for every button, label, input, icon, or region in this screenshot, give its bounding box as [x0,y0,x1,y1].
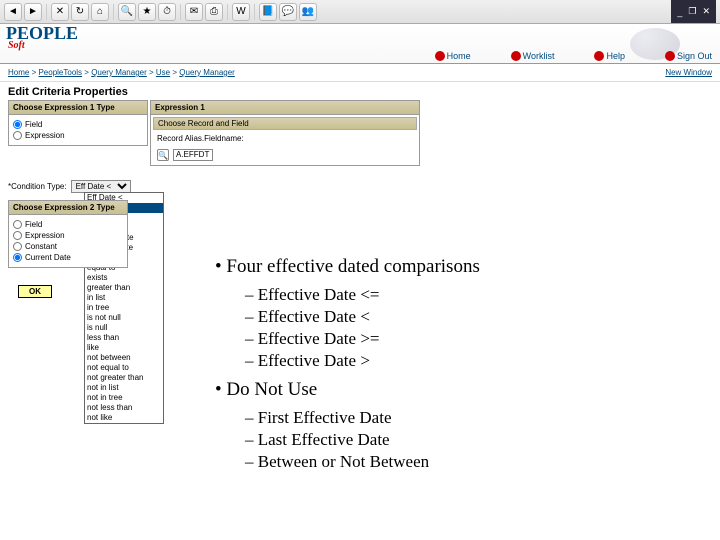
expr2-field-label: Field [25,220,42,229]
home-button[interactable]: ⌂ [91,3,109,21]
opt-notinlist[interactable]: not in list [85,383,163,393]
opt-notless[interactable]: not less than [85,403,163,413]
opt-notlike[interactable]: not like [85,413,163,423]
note-heading-1: Four effective dated comparisons [215,255,480,280]
note-item: Last Effective Date [245,429,480,451]
help-icon [594,51,604,61]
favorites-button[interactable]: ★ [138,3,156,21]
note-item: Between or Not Between [245,451,480,473]
opt-notgreater[interactable]: not greater than [85,373,163,383]
crumb-use[interactable]: Use [156,68,170,77]
nav-worklist[interactable]: Worklist [511,51,555,61]
stop-button[interactable]: ✕ [51,3,69,21]
note-item: Effective Date >= [245,328,480,350]
expr2-currentdate-radio[interactable] [13,253,22,262]
opt-like[interactable]: like [85,343,163,353]
window-controls: _ ❐ ✕ [671,0,716,23]
opt-isnull[interactable]: is null [85,323,163,333]
msg1-button[interactable]: 💬 [279,3,297,21]
note-item: Effective Date <= [245,284,480,306]
choose-record-field-header: Choose Record and Field [153,117,417,130]
sub-header: Home > PeopleTools > Query Manager > Use… [0,64,720,82]
word-button[interactable]: W [232,3,250,21]
opt-greater[interactable]: greater than [85,283,163,293]
opt-notintree[interactable]: not in tree [85,393,163,403]
slide-notes: Four effective dated comparisons Effecti… [215,255,480,473]
ok-button[interactable]: OK [18,285,52,298]
peoplesoft-logo: PEOPLE Soft [6,26,78,51]
print-button[interactable]: ⎙ [205,3,223,21]
opt-notequal[interactable]: not equal to [85,363,163,373]
back-button[interactable]: ◄ [4,3,22,21]
expr1-field-radio[interactable] [13,120,22,129]
expr2-currentdate-label: Current Date [25,253,71,262]
expr1-type-panel: Choose Expression 1 Type Field Expressio… [8,100,148,146]
breadcrumb: Home > PeopleTools > Query Manager > Use… [8,68,235,77]
expr2-field-radio[interactable] [13,220,22,229]
home-icon [435,51,445,61]
crumb-home[interactable]: Home [8,68,29,77]
expr2-constant-label: Constant [25,242,57,251]
opt-inlist[interactable]: in list [85,293,163,303]
opt-notbetween[interactable]: not between [85,353,163,363]
nav-home[interactable]: Home [435,51,471,61]
note-item: Effective Date > [245,350,480,372]
browser-toolbar: ◄ ► ✕ ↻ ⌂ 🔍 ★ ⏱ ✉ ⎙ W 📘 💬 👥 _ ❐ ✕ [0,0,720,24]
worklist-icon [511,51,521,61]
expr1-field-label: Field [25,120,42,129]
nav-help[interactable]: Help [594,51,625,61]
expr2-constant-radio[interactable] [13,242,22,251]
new-window-link[interactable]: New Window [665,68,712,77]
expression1-panel: Expression 1 Choose Record and Field Rec… [150,100,420,166]
record-alias-value: A.EFFDT [173,149,213,161]
refresh-button[interactable]: ↻ [71,3,89,21]
forward-button[interactable]: ► [24,3,42,21]
opt-intree[interactable]: in tree [85,303,163,313]
crumb-qm2: Query Manager [179,68,235,77]
minimize-button[interactable]: _ [677,7,682,17]
search-button[interactable]: 🔍 [118,3,136,21]
msg2-button[interactable]: 👥 [299,3,317,21]
note-item: First Effective Date [245,407,480,429]
nav-signout[interactable]: Sign Out [665,51,712,61]
expr1-type-header: Choose Expression 1 Type [9,101,147,115]
crumb-qm[interactable]: Query Manager [91,68,147,77]
close-button[interactable]: ✕ [702,6,710,17]
history-button[interactable]: ⏱ [158,3,176,21]
expr1-expression-label: Expression [25,131,65,140]
note-item: Effective Date < [245,306,480,328]
opt-exists[interactable]: exists [85,273,163,283]
expr2-type-header: Choose Expression 2 Type [9,201,127,215]
lookup-icon[interactable]: 🔍 [157,149,169,161]
record-alias-label: Record Alias.Fieldname: [151,132,419,145]
condition-type-label: Condition Type: [8,182,67,191]
mail-button[interactable]: ✉ [185,3,203,21]
signout-icon [665,51,675,61]
opt-less[interactable]: less than [85,333,163,343]
opt-notnull[interactable]: is not null [85,313,163,323]
expr2-type-panel: Choose Expression 2 Type Field Expressio… [8,200,128,268]
expr1-expression-radio[interactable] [13,131,22,140]
crumb-tools[interactable]: PeopleTools [38,68,82,77]
dict-button[interactable]: 📘 [259,3,277,21]
restore-button[interactable]: ❐ [688,6,696,17]
expr2-expression-label: Expression [25,231,65,240]
expression1-header: Expression 1 [151,101,419,115]
expr2-expression-radio[interactable] [13,231,22,240]
note-heading-2: Do Not Use [215,378,480,403]
page-title: Edit Criteria Properties [0,82,720,100]
app-header: PEOPLE Soft Home Worklist Help Sign Out [0,24,720,64]
